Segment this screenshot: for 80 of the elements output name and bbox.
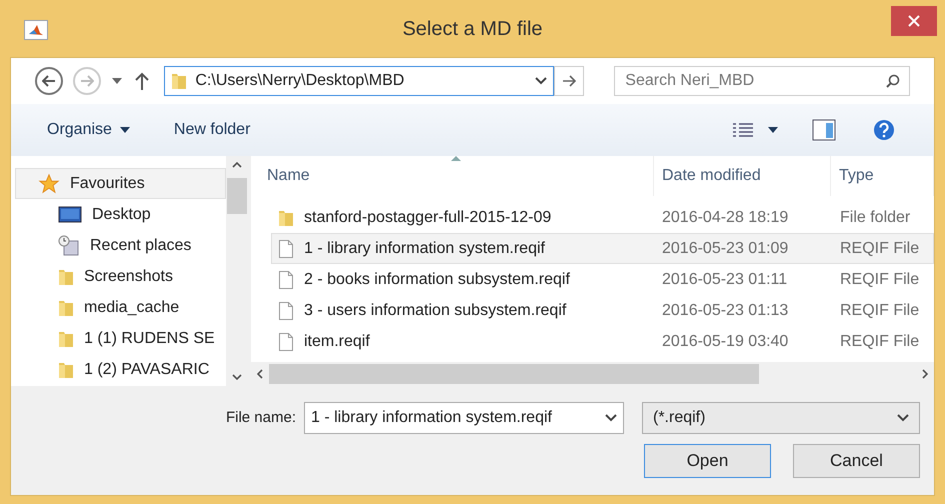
clock-computer-icon <box>58 234 80 256</box>
sidebar-item[interactable]: Favourites <box>15 168 226 199</box>
file-type: REQIF File <box>840 300 920 320</box>
file-name-field[interactable]: 1 - library information system.reqif <box>304 402 624 434</box>
column-header[interactable]: Date modified <box>654 156 831 196</box>
sort-arrow-icon <box>451 156 461 161</box>
close-button[interactable] <box>891 6 937 36</box>
open-button[interactable]: Open <box>644 444 771 478</box>
app-icon <box>24 20 48 40</box>
preview-pane-button[interactable] <box>812 119 836 141</box>
back-arrow-icon <box>42 75 56 87</box>
list-view-icon <box>732 122 754 138</box>
right-arrow-icon <box>562 75 576 87</box>
history-dropdown[interactable] <box>110 78 123 84</box>
file-icon <box>278 300 294 320</box>
pane-icon <box>812 119 836 141</box>
address-field[interactable]: C:\Users\Nerry\Desktop\MBD <box>164 66 554 96</box>
chevron-down-icon <box>535 77 548 85</box>
close-icon <box>908 15 920 27</box>
scroll-left-icon <box>257 369 263 379</box>
scroll-up-icon <box>232 162 242 168</box>
window-title: Select a MD file <box>402 16 543 42</box>
file-icon <box>278 238 294 258</box>
search-field[interactable]: Search Neri_MBD <box>614 66 910 96</box>
search-icon <box>886 74 900 88</box>
scroll-right-icon <box>922 369 928 379</box>
file-row[interactable]: 3 - users information subsystem.reqif 2016-05-23 01:13 REQIF File <box>271 295 934 326</box>
scrollbar-thumb[interactable] <box>269 364 759 384</box>
file-name: item.reqif <box>304 332 370 352</box>
date-modified: 2016-05-23 01:11 <box>662 270 788 290</box>
folder-icon <box>171 71 188 91</box>
file-name: 1 - library information system.reqif <box>304 238 545 258</box>
new-folder-button[interactable]: New folder <box>174 118 250 142</box>
address-path: C:\Users\Nerry\Desktop\MBD <box>195 71 406 91</box>
sidebar-item[interactable]: Desktop <box>15 199 226 230</box>
chevron-down-icon <box>897 414 909 422</box>
caret-icon <box>112 78 122 84</box>
sidebar-item[interactable]: 1 (2) PAVASARIC <box>15 354 226 385</box>
star-icon <box>38 172 60 194</box>
caret-icon <box>768 127 778 133</box>
sidebar-item[interactable]: 1 (1) RUDENS SE <box>15 323 226 354</box>
sidebar-item[interactable]: media_cache <box>15 292 226 323</box>
scrollbar-thumb[interactable] <box>227 178 247 214</box>
date-modified: 2016-05-23 01:13 <box>662 300 790 320</box>
view-menu[interactable] <box>732 122 778 138</box>
file-name: stanford-postagger-full-2015-12-09 <box>304 208 552 228</box>
go-button[interactable] <box>554 66 584 96</box>
forward-arrow-icon <box>80 75 94 87</box>
date-modified: 2016-05-23 01:09 <box>662 238 790 258</box>
column-header[interactable]: Type <box>831 156 934 196</box>
file-name: 3 - users information subsystem.reqif <box>304 300 566 320</box>
file-row[interactable]: item.reqif 2016-05-19 03:40 REQIF File <box>271 326 934 357</box>
organise-menu[interactable]: Organise <box>47 118 130 142</box>
up-arrow-icon <box>135 72 150 90</box>
file-name: 2 - books information subsystem.reqif <box>304 270 570 290</box>
file-row[interactable]: 1 - library information system.reqif 2016-05-23 01:09 REQIF File <box>271 233 934 264</box>
file-icon <box>278 270 294 290</box>
file-icon <box>278 332 294 352</box>
vertical-scrollbar[interactable] <box>226 156 248 386</box>
monitor-icon <box>58 206 82 224</box>
caret-icon <box>120 127 130 133</box>
cancel-button[interactable]: Cancel <box>793 444 920 478</box>
sidebar-item[interactable]: Recent places <box>15 230 226 261</box>
file-type-dropdown[interactable]: (*.reqif) <box>642 402 920 434</box>
column-header[interactable]: Name <box>251 156 654 196</box>
file-row[interactable]: stanford-postagger-full-2015-12-09 2016-04-28 18:19 File folder <box>271 202 934 233</box>
file-row[interactable]: 2 - books information subsystem.reqif 2016-05-23 01:11 REQIF File <box>271 264 934 295</box>
help-icon <box>873 119 895 141</box>
date-modified: 2016-04-28 18:19 <box>662 208 790 228</box>
file-type: REQIF File <box>840 332 920 352</box>
chevron-down-icon <box>605 414 617 422</box>
file-type: REQIF File <box>840 270 920 290</box>
scroll-down-icon <box>232 374 242 380</box>
back-button[interactable] <box>35 67 63 95</box>
file-name-label: File name: <box>226 408 296 428</box>
horizontal-scrollbar[interactable] <box>251 362 934 386</box>
file-type: File folder <box>840 208 910 228</box>
sidebar-item[interactable]: Screenshots <box>15 261 226 292</box>
date-modified: 2016-05-19 03:40 <box>662 332 790 352</box>
file-type: REQIF File <box>840 238 920 258</box>
